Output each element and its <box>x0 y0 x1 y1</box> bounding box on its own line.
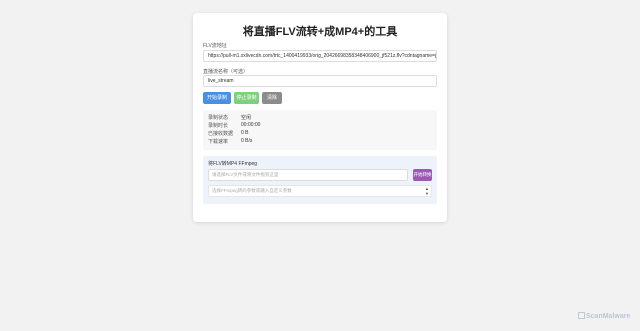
stat-value: 空闲 <box>241 115 252 121</box>
stat-label: 已接收数据 <box>208 131 234 137</box>
flv-file-input[interactable]: 请选择FLV文件或将文件拖到这里 <box>208 169 408 181</box>
converter-title: 将FLV转MP4 FFmpeg <box>208 161 258 167</box>
start-record-button[interactable]: 开始录制FLV <box>203 92 231 113</box>
ffmpeg-params-placeholder: 选择FFmpeg转码参数或输入自定义参数 <box>212 188 292 193</box>
stats-panel: 录制状态 空闲 录制时长 00:00:00 已接收数据 0 B 下载速率 0 B… <box>203 110 437 150</box>
stream-name-label: 直播流名称（可选） <box>203 69 249 75</box>
stat-value: 00:00:00 <box>241 122 261 128</box>
watermark: ScanMalware <box>578 312 630 320</box>
flv-url-input[interactable]: https://pull-m1.xxlivecdn.com/trtc_14004… <box>203 50 437 62</box>
clear-button[interactable]: 清除 <box>262 92 282 104</box>
spinner-arrows-icon[interactable]: ▲ ▼ <box>425 186 429 196</box>
stat-label: 下载速率 <box>208 139 229 145</box>
recorder-card: 将直播FLV流转+成MP4+的工具 FLV流地址 https://pull-m1… <box>193 13 447 222</box>
stat-value: 0 B/s <box>241 138 253 144</box>
stat-label: 录制时长 <box>208 123 229 129</box>
watermark-text: ScanMalware <box>586 313 631 320</box>
stat-value: 0 B <box>241 130 249 136</box>
page-title: 将直播FLV流转+成MP4+的工具 <box>242 26 398 38</box>
convert-button[interactable]: 开始转换 <box>413 169 432 181</box>
ffmpeg-params-select[interactable]: 选择FFmpeg转码参数或输入自定义参数 ▲ ▼ <box>208 185 432 197</box>
converter-panel: 将FLV转MP4 FFmpeg 请选择FLV文件或将文件拖到这里 开始转换 选择… <box>203 156 437 204</box>
stream-name-input[interactable]: live_stream <box>203 75 437 87</box>
shield-icon <box>578 312 585 319</box>
flv-url-label: FLV流地址 <box>203 43 227 49</box>
stop-record-button[interactable]: 停止录制 <box>234 92 259 104</box>
stat-label: 录制状态 <box>208 115 229 121</box>
